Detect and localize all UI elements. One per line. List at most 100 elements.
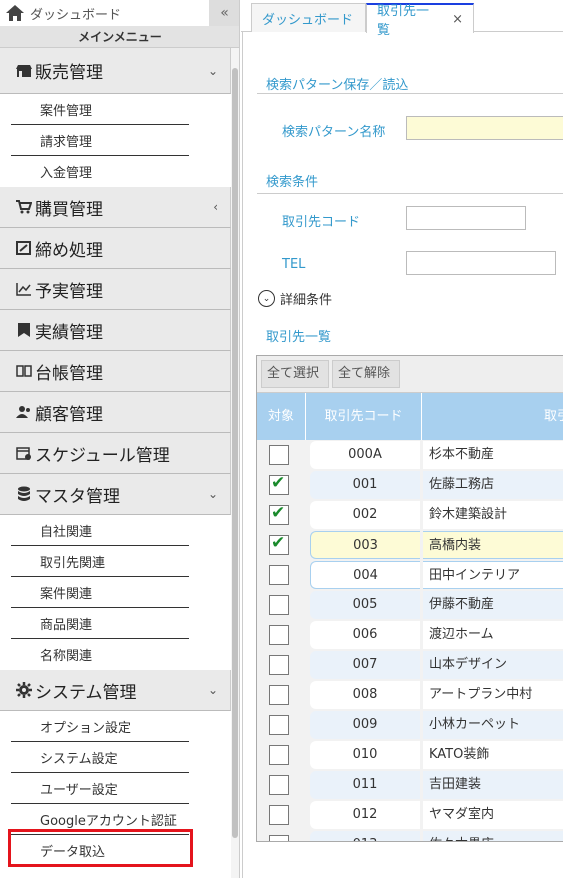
sidebar-scrollbar[interactable] (231, 48, 239, 878)
column-header-target[interactable]: 対象 (257, 393, 306, 440)
row-checkbox[interactable] (269, 745, 289, 765)
client-code-cell: 013 (310, 831, 420, 841)
table-row[interactable]: 005 伊藤不動産 (257, 590, 563, 620)
sidebar-subitem[interactable]: 案件関連 (0, 577, 231, 608)
search-conditions-section-title: 検索条件 (266, 175, 319, 190)
users-icon (16, 404, 32, 420)
client-code-cell: 000A (310, 441, 420, 469)
client-name-cell: 渡辺ホーム (423, 621, 563, 649)
sidebar-category-label: スケジュール管理 (35, 445, 170, 466)
sidebar-subitem[interactable]: 入金管理 (0, 156, 231, 187)
client-code-cell: 008 (310, 681, 420, 709)
row-checkbox[interactable] (269, 685, 289, 705)
sidebar-category-label: 予実管理 (35, 281, 103, 302)
select-all-button[interactable]: 全て選択 (261, 360, 329, 388)
dashboard-link[interactable]: ダッシュボード (30, 4, 121, 23)
sidebar-subitem[interactable]: オプション設定 (0, 711, 231, 742)
scrollbar-thumb[interactable] (232, 68, 238, 838)
client-code-input[interactable] (406, 206, 526, 230)
client-name-cell: 佐々木畳店 (423, 831, 563, 841)
detail-conditions-toggle[interactable]: ⌄ 詳細条件 (258, 289, 332, 308)
sidebar-subitem[interactable]: 請求管理 (0, 125, 231, 156)
tab-client-list[interactable]: 取引先一覧 × (366, 3, 474, 38)
client-code-cell: 012 (310, 801, 420, 829)
sidebar-category-3[interactable]: 予実管理 (0, 269, 231, 310)
close-process-icon (16, 240, 32, 256)
sidebar-subitem[interactable]: 案件管理 (0, 94, 231, 125)
table-row[interactable]: 008 アートプラン中村 (257, 680, 563, 710)
row-checkbox[interactable] (269, 655, 289, 675)
tab-dashboard[interactable]: ダッシュボード (251, 3, 366, 32)
sidebar-subitem[interactable]: システム設定 (0, 742, 231, 773)
sidebar-subitem[interactable]: 取引先関連 (0, 546, 231, 577)
row-checkbox[interactable] (269, 835, 289, 841)
tel-input[interactable] (406, 251, 556, 275)
sidebar-subitem[interactable]: 名称関連 (0, 639, 231, 670)
calendar-icon (16, 445, 32, 461)
table-row[interactable]: 003高橋内装 (257, 530, 563, 560)
table-row[interactable]: 001佐藤工務店 (257, 470, 563, 500)
sidebar-category-0[interactable]: 販売管理 ⌄ (0, 48, 231, 94)
row-checkbox[interactable] (269, 473, 289, 495)
sidebar-category-7[interactable]: スケジュール管理 (0, 433, 231, 474)
column-header-name[interactable]: 取引先名 (422, 393, 563, 440)
table-row[interactable]: 012 ヤマダ室内 (257, 800, 563, 830)
sidebar-subitem[interactable]: 商品関連 (0, 608, 231, 639)
table-row[interactable]: 000A 杉本不動産 (257, 440, 563, 470)
deselect-all-button[interactable]: 全て解除 (332, 360, 400, 388)
row-checkbox[interactable] (269, 503, 289, 525)
search-pattern-name-label: 検索パターン名称 (282, 125, 386, 140)
sidebar-category-2[interactable]: 締め処理 (0, 228, 231, 269)
sidebar: ダッシュボード « メインメニュー 販売管理 ⌄ 案件管理 請求管理 入金管理 購買管理 ‹… (0, 0, 240, 878)
column-header-code[interactable]: 取引先コード (306, 393, 422, 440)
table-row[interactable]: 009 小林カーペット (257, 710, 563, 740)
sidebar-category-1[interactable]: 購買管理 ‹ (0, 187, 231, 228)
client-code-cell: 004 (310, 561, 420, 589)
sidebar-category-label: 顧客管理 (35, 404, 103, 425)
home-icon[interactable] (5, 4, 25, 22)
table-row[interactable]: 010 KATO装飾 (257, 740, 563, 770)
sidebar-category-5[interactable]: 台帳管理 (0, 351, 231, 392)
sidebar-category-4[interactable]: 実績管理 (0, 310, 231, 351)
sidebar-subitem[interactable]: 自社関連 (0, 515, 231, 546)
sidebar-category-9[interactable]: システム管理 ⌄ (0, 670, 231, 711)
client-name-cell: KATO装飾 (423, 741, 563, 769)
chart-line-icon (16, 281, 32, 297)
client-name-cell: 小林カーペット (423, 711, 563, 739)
sidebar-menu: 販売管理 ⌄ 案件管理 請求管理 入金管理 購買管理 ‹ 締め処理予実管理実績管理 台帳管理顧客… (0, 48, 231, 866)
row-checkbox[interactable] (269, 715, 289, 735)
row-checkbox[interactable] (269, 595, 289, 615)
client-name-cell: 鈴木建築設計 (423, 501, 563, 529)
row-checkbox[interactable] (269, 565, 289, 585)
table-row[interactable]: 007 山本デザイン (257, 650, 563, 680)
panel-border (242, 32, 243, 878)
table-row[interactable]: 013佐々木畳店 (257, 830, 563, 841)
collapse-sidebar-button[interactable]: « (209, 0, 239, 26)
search-pattern-section-title: 検索パターン保存／読込 (266, 78, 409, 93)
sidebar-header: ダッシュボード (0, 0, 239, 26)
row-checkbox[interactable] (269, 445, 289, 465)
table-row[interactable]: 002鈴木建築設計 (257, 500, 563, 530)
client-list-title: 取引先一覧 (266, 330, 332, 345)
close-tab-icon[interactable]: × (452, 12, 463, 27)
row-checkbox[interactable] (269, 775, 289, 795)
client-name-cell: 杉本不動産 (423, 441, 563, 469)
section-divider (257, 93, 563, 94)
grid-header: 対象 取引先コード 取引先名 (257, 393, 563, 440)
table-row[interactable]: 006 渡辺ホーム (257, 620, 563, 650)
row-checkbox[interactable] (269, 533, 289, 555)
sidebar-subitem[interactable]: ユーザー設定 (0, 773, 231, 804)
search-pattern-name-input[interactable] (406, 116, 563, 140)
sidebar-category-8[interactable]: マスタ管理 ⌄ (0, 474, 231, 515)
sidebar-category-label: 購買管理 (35, 199, 103, 220)
client-code-cell: 003 (310, 531, 420, 559)
tab-bar: ダッシュボード 取引先一覧 × (241, 0, 563, 38)
table-row[interactable]: 004 田中インテリア (257, 560, 563, 590)
row-checkbox[interactable] (269, 805, 289, 825)
client-code-cell: 005 (310, 591, 420, 619)
row-checkbox[interactable] (269, 625, 289, 645)
sidebar-category-label: 販売管理 (35, 63, 103, 83)
sidebar-category-6[interactable]: 顧客管理 (0, 392, 231, 433)
table-row[interactable]: 011 吉田建装 (257, 770, 563, 800)
sidebar-category-label: 締め処理 (35, 240, 103, 261)
